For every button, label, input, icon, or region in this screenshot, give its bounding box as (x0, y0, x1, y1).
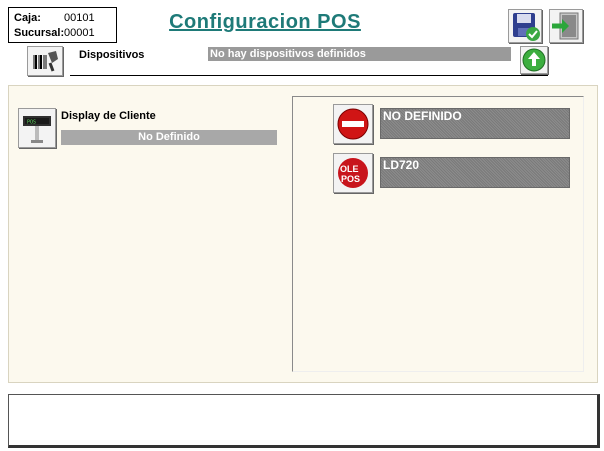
svg-text:OLE: OLE (340, 164, 359, 174)
devices-button[interactable] (27, 46, 63, 76)
olepos-logo-icon: OLE POS (338, 158, 368, 188)
option-no-definido-label[interactable]: NO DEFINIDO (380, 108, 570, 139)
caja-value: 00101 (64, 12, 95, 24)
divider (70, 75, 548, 76)
customer-display-button[interactable]: POS (18, 108, 56, 148)
no-entry-icon (337, 108, 369, 140)
caja-label: Caja: (14, 12, 41, 24)
customer-display-icon: POS (23, 116, 51, 143)
option-ld720-button[interactable]: OLE POS (333, 153, 373, 193)
message-box (8, 394, 600, 448)
sucursal-label: Sucursal: (14, 27, 65, 39)
option-no-definido-button[interactable] (333, 104, 373, 144)
upload-button[interactable] (520, 46, 548, 74)
arrow-up-icon (522, 48, 546, 72)
devices-status-field: No hay dispositivos definidos (208, 47, 511, 61)
exit-button[interactable] (549, 9, 583, 43)
customer-display-value: No Definido (61, 130, 277, 145)
devices-label: Dispositivos (79, 49, 145, 61)
customer-display-label: Display de Cliente (61, 110, 156, 122)
barcode-scanner-icon (33, 51, 58, 72)
option-ld720-label[interactable]: LD720 (380, 157, 570, 188)
page-title: Configuracion POS (169, 11, 361, 33)
save-button[interactable] (508, 9, 542, 43)
exit-door-icon (552, 12, 579, 40)
svg-text:POS: POS (341, 174, 360, 184)
sucursal-value: 00001 (64, 27, 95, 39)
svg-text:POS: POS (27, 120, 36, 126)
caja-sucursal-box: Caja: 00101 Sucursal: 00001 (8, 7, 117, 43)
save-disk-icon (513, 13, 540, 41)
